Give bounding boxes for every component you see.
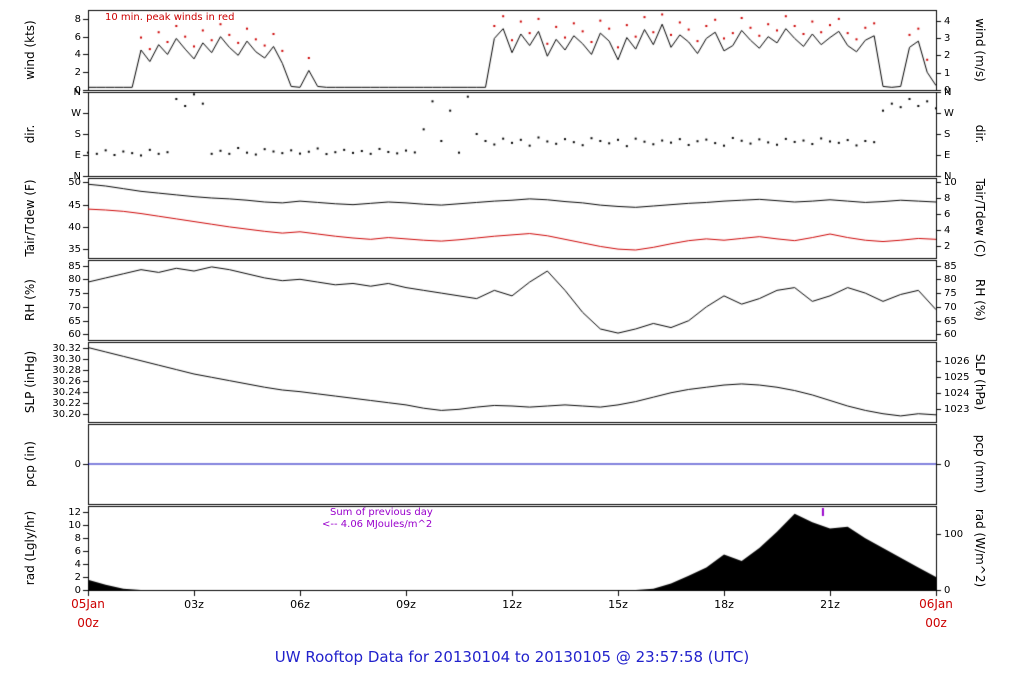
x-tick-label: 03z bbox=[184, 598, 204, 611]
y-tick-label-right: 2 bbox=[944, 49, 951, 61]
y-tick-label-right: 4 bbox=[944, 224, 951, 236]
y-tick-label-right: 8 bbox=[944, 192, 951, 204]
meteogram: 10 min. peak winds in red Sum of previou… bbox=[0, 0, 1024, 700]
y-tick-label-right: N bbox=[944, 86, 952, 98]
y-tick-label-right: 1025 bbox=[944, 371, 970, 383]
y-axis-label-right-wind: wind (m/s) bbox=[973, 18, 987, 82]
y-axis-label-right-pcp: pcp (mm) bbox=[973, 434, 987, 494]
x-tick-label: 06z bbox=[290, 598, 310, 611]
y-tick-label-right: 85 bbox=[944, 260, 957, 272]
y-tick-label-right: 1024 bbox=[944, 387, 970, 399]
y-tick-label-right: 0 bbox=[944, 458, 951, 470]
y-axis-label-left-slp: SLP (inHg) bbox=[23, 350, 37, 414]
rad-sum-annotation-line2: <-- 4.06 MJoules/m^2 bbox=[322, 519, 433, 530]
y-axis-label-right-rad: rad (W/m^2) bbox=[973, 508, 987, 588]
y-axis-label-left-pcp: pcp (in) bbox=[23, 441, 37, 487]
y-tick-label-right: 65 bbox=[944, 315, 957, 327]
y-tick-label-right: 0 bbox=[944, 584, 951, 596]
x-tick-label: 12z bbox=[502, 598, 522, 611]
y-tick-label-right: 100 bbox=[944, 528, 964, 540]
y-tick-label-left: 0 bbox=[74, 584, 81, 596]
y-tick-label-right: 70 bbox=[944, 301, 957, 313]
x-tick-label: 09z bbox=[396, 598, 416, 611]
y-tick-label-right: 1023 bbox=[944, 403, 970, 415]
y-tick-label-right: 60 bbox=[944, 328, 957, 340]
peak-wind-legend-note: 10 min. peak winds in red bbox=[105, 12, 235, 23]
x-axis-start-hour: 00z bbox=[77, 616, 99, 630]
y-tick-label-left: 85 bbox=[68, 260, 81, 272]
x-tick-label: 18z bbox=[714, 598, 734, 611]
y-tick-label-left: W bbox=[71, 107, 81, 119]
rad-sum-annotation-line1: Sum of previous day bbox=[330, 507, 433, 518]
y-axis-label-right-dir: dir. bbox=[973, 124, 987, 144]
chart-title: UW Rooftop Data for 20130104 to 20130105… bbox=[274, 648, 750, 666]
y-axis-label-left-dir: dir. bbox=[23, 124, 37, 144]
y-tick-label-right: 75 bbox=[944, 287, 957, 299]
x-tick-label: 21z bbox=[820, 598, 840, 611]
y-tick-label-right: 6 bbox=[944, 208, 951, 220]
y-tick-label-left: N bbox=[73, 86, 81, 98]
y-tick-label-right: 2 bbox=[944, 240, 951, 252]
y-axis-label-left-temperature: Tair/Tdew (F) bbox=[23, 179, 37, 257]
y-tick-label-left: E bbox=[74, 149, 81, 161]
y-tick-label-right: 10 bbox=[944, 176, 957, 188]
y-tick-label-right: W bbox=[944, 107, 954, 119]
y-axis-label-right-rh: RH (%) bbox=[973, 279, 987, 321]
y-tick-label-right: 1 bbox=[944, 67, 951, 79]
y-axis-label-right-slp: SLP (hPa) bbox=[973, 353, 987, 411]
y-tick-label-right: S bbox=[944, 128, 951, 140]
x-axis-end-hour: 00z bbox=[925, 616, 947, 630]
x-axis-start-date: 05Jan bbox=[71, 597, 105, 611]
x-tick-label: 15z bbox=[608, 598, 628, 611]
y-tick-label-left: 60 bbox=[68, 328, 81, 340]
y-axis-label-left-rad: rad (Lgly/hr) bbox=[23, 510, 37, 586]
chart-canvas bbox=[0, 0, 1024, 700]
y-tick-label-right: 1026 bbox=[944, 355, 970, 367]
y-tick-label-right: 80 bbox=[944, 273, 957, 285]
y-tick-label-right: 4 bbox=[944, 15, 951, 27]
y-axis-label-left-rh: RH (%) bbox=[23, 279, 37, 321]
y-axis-label-right-temperature: Tair/Tdew (C) bbox=[973, 178, 987, 258]
y-axis-label-left-wind: wind (kts) bbox=[23, 20, 37, 80]
y-tick-label-right: E bbox=[944, 149, 951, 161]
y-tick-label-right: 3 bbox=[944, 32, 951, 44]
x-axis-end-date: 06Jan bbox=[919, 597, 953, 611]
